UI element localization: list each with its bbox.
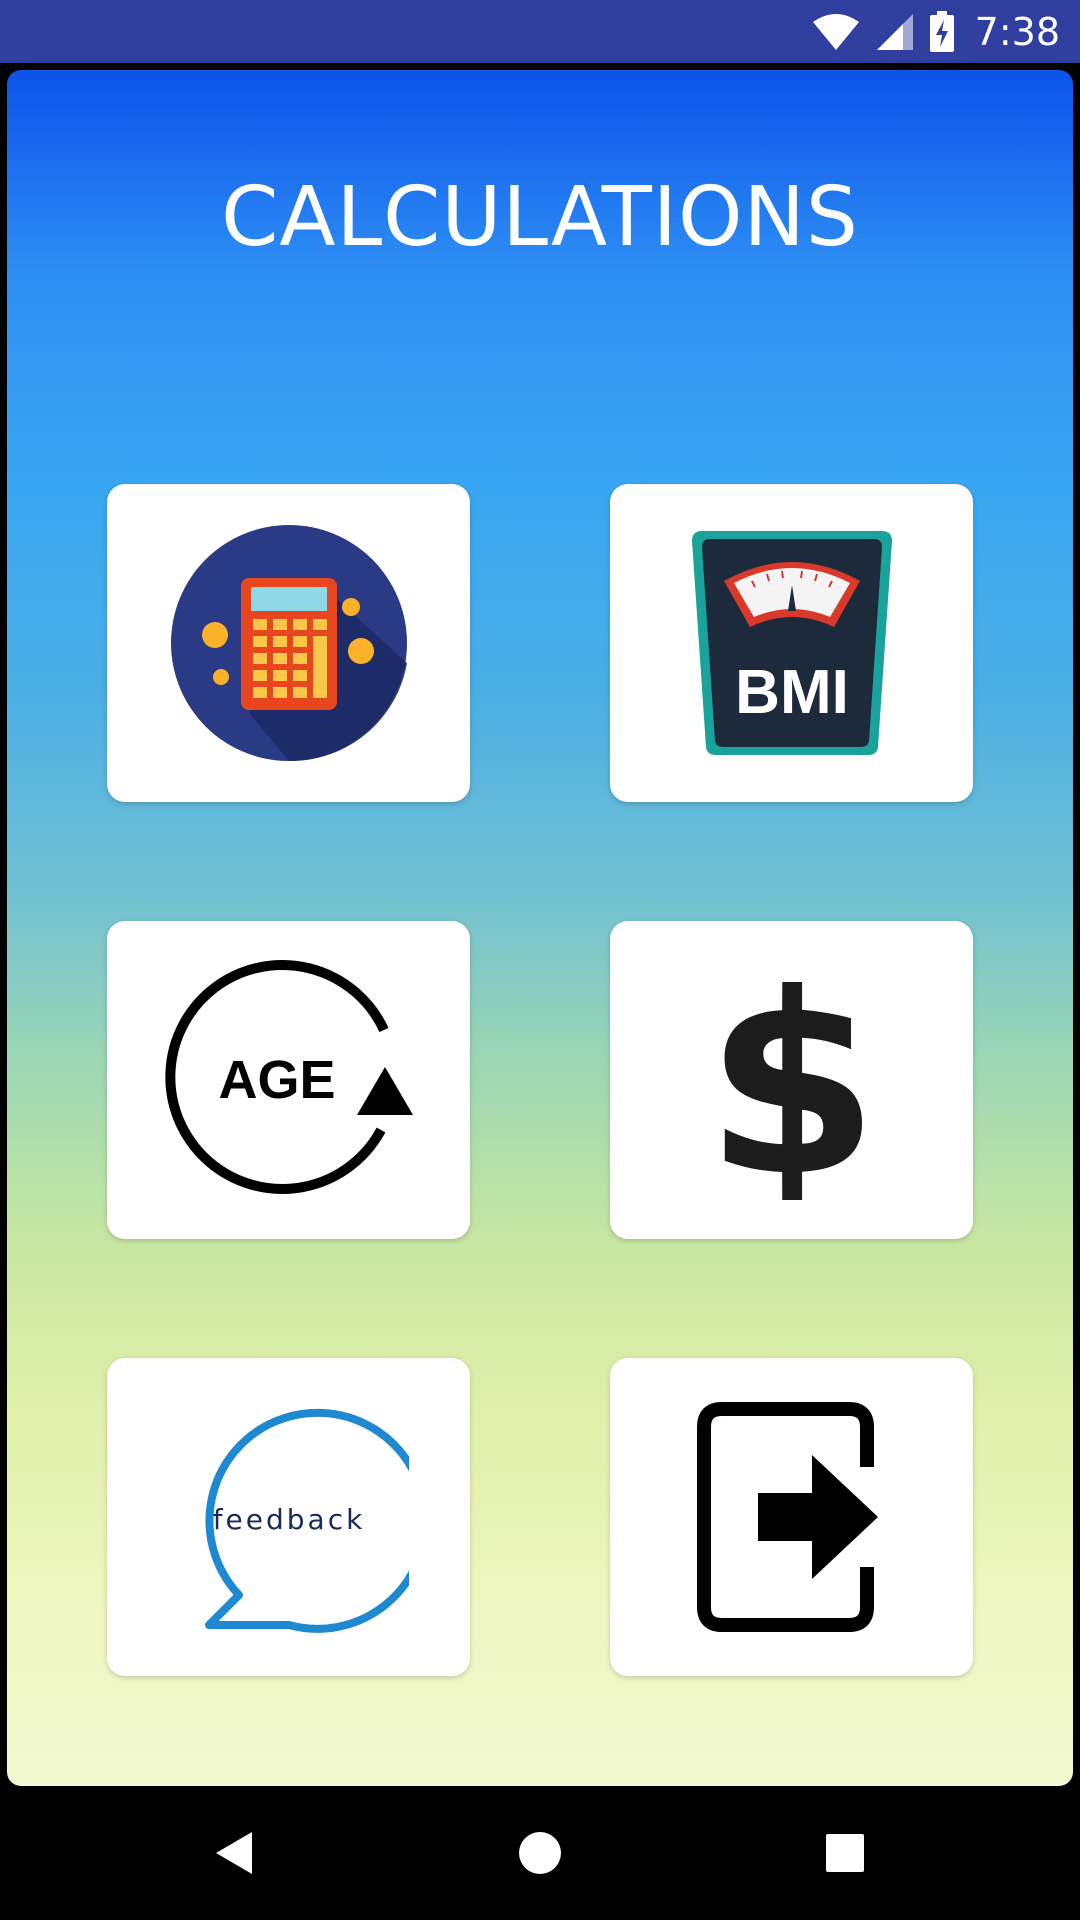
bmi-text: BMI (735, 658, 849, 727)
page-title: CALCULATIONS (221, 170, 859, 265)
signal-icon (876, 13, 913, 50)
calculator-button[interactable] (107, 484, 470, 802)
feedback-bubble-icon: feedback (204, 1408, 409, 1633)
age-button[interactable]: AGE (107, 921, 470, 1239)
exit-button[interactable] (610, 1358, 973, 1676)
recents-button[interactable] (775, 1786, 915, 1920)
currency-button[interactable]: $ (610, 921, 973, 1239)
home-button[interactable] (470, 1786, 610, 1920)
bmi-button[interactable]: BMI (610, 484, 973, 802)
feedback-text: feedback (212, 1503, 365, 1536)
navigation-bar (0, 1786, 1080, 1920)
back-icon (216, 1832, 252, 1874)
wifi-icon (812, 13, 859, 50)
status-time: 7:38 (974, 9, 1060, 54)
dollar-icon: $ (705, 960, 879, 1200)
home-icon (519, 1832, 561, 1874)
exit-icon (696, 1402, 878, 1632)
recents-icon (826, 1834, 864, 1872)
battery-charging-icon (929, 10, 954, 52)
dollar-text: $ (705, 960, 879, 1200)
app-screen: CALCULATIONS BMI AGE $ feedback (7, 70, 1073, 1786)
bmi-scale-icon: BMI (691, 531, 892, 755)
calculator-icon (170, 525, 407, 762)
back-button[interactable] (165, 1786, 305, 1920)
age-text: AGE (218, 1050, 335, 1110)
age-cycle-icon: AGE (164, 960, 413, 1194)
status-bar: 7:38 (0, 0, 1080, 63)
status-icons: 7:38 (811, 0, 1060, 63)
feedback-button[interactable]: feedback (107, 1358, 470, 1676)
